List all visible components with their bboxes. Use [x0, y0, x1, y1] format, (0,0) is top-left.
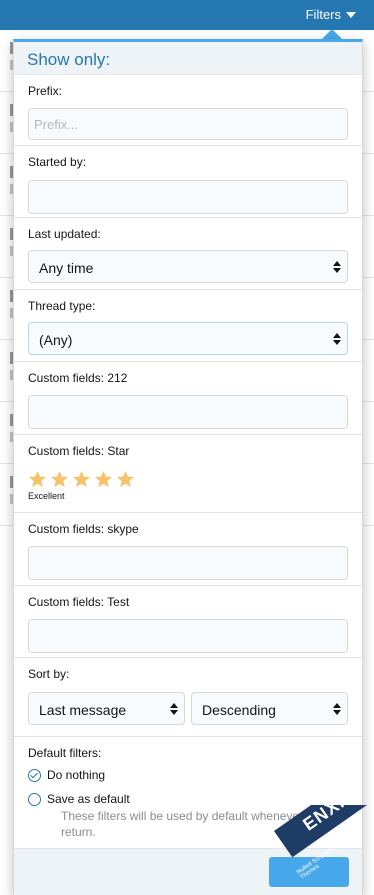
sort-by-label: Sort by: [28, 667, 70, 681]
last-updated-label: Last updated: [28, 227, 101, 241]
custom-field-test-label: Custom fields: Test [28, 595, 130, 609]
menu-header: Show only: [14, 42, 362, 75]
last-updated-select[interactable]: Any time [28, 250, 348, 283]
select-arrows-icon [333, 261, 341, 273]
filters-menu: Show only: Prefix: Started by: Last upda… [13, 39, 363, 895]
radio-do-nothing[interactable]: Do nothing [28, 768, 348, 782]
rating-caption: Excellent [28, 491, 65, 501]
custom-field-test-input[interactable] [28, 619, 348, 653]
menu-footer [14, 848, 362, 895]
radio-do-nothing-label: Do nothing [47, 768, 106, 782]
filter-button[interactable] [269, 857, 349, 887]
menu-title: Show only: [27, 50, 111, 69]
last-updated-section: Last updated: Any time [14, 218, 362, 290]
checked-radio-icon[interactable] [28, 769, 41, 782]
sort-field-value: Last message [39, 702, 127, 718]
custom-field-212-section: Custom fields: 212 [14, 362, 362, 435]
last-updated-value: Any time [39, 260, 94, 276]
filters-label: Filters [305, 7, 341, 22]
default-filters-hint: These filters will be used by default wh… [61, 809, 326, 839]
star-icon[interactable] [116, 470, 135, 489]
sort-by-section: Sort by: Last message Descending [14, 658, 362, 737]
custom-field-star-section: Custom fields: Star Excellent [14, 435, 362, 513]
star-icon[interactable] [28, 470, 47, 489]
radio-save-as-default-label: Save as default [47, 792, 130, 806]
thread-type-select[interactable]: (Any) [28, 322, 348, 355]
select-arrows-icon [333, 703, 341, 715]
default-filters-section: Default filters: Do nothing Save as defa… [14, 737, 362, 848]
radio-save-as-default[interactable]: Save as default [28, 792, 348, 806]
star-icon[interactable] [72, 470, 91, 489]
sort-direction-select[interactable]: Descending [191, 692, 348, 725]
sort-direction-value: Descending [202, 702, 276, 718]
star-rating[interactable] [28, 470, 348, 489]
custom-field-test-section: Custom fields: Test [14, 586, 362, 658]
menu-pointer [322, 29, 342, 39]
custom-field-skype-section: Custom fields: skype [14, 513, 362, 586]
star-icon[interactable] [50, 470, 69, 489]
top-bar: Filters [0, 0, 374, 30]
star-icon[interactable] [94, 470, 113, 489]
default-filters-label: Default filters: [28, 746, 102, 760]
prefix-label: Prefix: [28, 84, 63, 98]
thread-type-label: Thread type: [28, 299, 96, 313]
prefix-section: Prefix: [14, 75, 362, 146]
started-by-input[interactable] [28, 180, 348, 214]
select-arrows-icon [170, 703, 178, 715]
select-arrows-icon [333, 333, 341, 345]
custom-field-skype-label: Custom fields: skype [28, 522, 139, 536]
custom-field-star-label: Custom fields: Star [28, 444, 130, 458]
custom-field-212-input[interactable] [28, 395, 348, 429]
thread-type-value: (Any) [39, 332, 73, 348]
started-by-section: Started by: [14, 146, 362, 218]
sort-field-select[interactable]: Last message [28, 692, 185, 725]
custom-field-skype-input[interactable] [28, 546, 348, 580]
caret-down-icon [346, 11, 356, 18]
thread-type-section: Thread type: (Any) [14, 290, 362, 362]
custom-field-212-label: Custom fields: 212 [28, 371, 128, 385]
radio-icon[interactable] [28, 793, 41, 806]
filters-button[interactable]: Filters [306, 7, 356, 22]
started-by-label: Started by: [28, 155, 87, 169]
prefix-input[interactable] [28, 108, 348, 140]
